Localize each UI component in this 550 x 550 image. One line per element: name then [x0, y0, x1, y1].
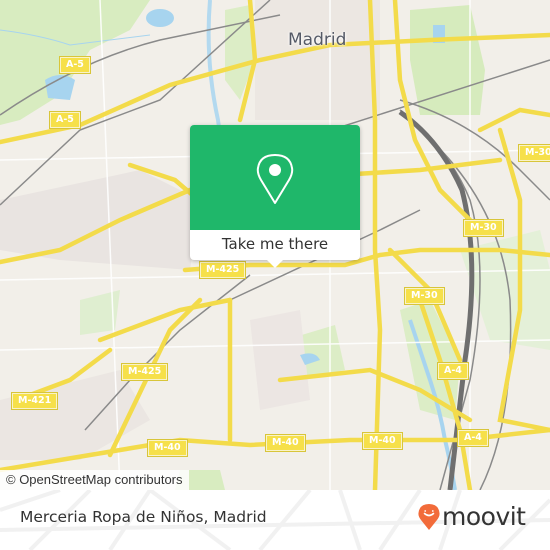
road-label-m30: M-30	[518, 144, 550, 162]
road-label-m30: M-30	[404, 287, 445, 305]
road-label-m425: M-425	[198, 261, 247, 279]
road-label-a4: A-4	[437, 362, 469, 380]
place-name: Merceria Ropa de Niños, Madrid	[20, 508, 267, 526]
road-label-m40: M-40	[362, 432, 403, 450]
moovit-smiley-pin-icon	[418, 504, 440, 530]
take-me-there-button[interactable]: Take me there	[190, 230, 360, 260]
road-label-m40: M-40	[147, 439, 188, 457]
city-label: Madrid	[288, 30, 347, 50]
road-label-m425: M-425	[120, 363, 169, 381]
footer-bar: Merceria Ropa de Niños, Madrid moovit	[0, 490, 550, 550]
road-label-a4: A-4	[457, 429, 489, 447]
road-label-m40: M-40	[265, 434, 306, 452]
map-pin-icon	[256, 154, 294, 204]
road-label-m30: M-30	[463, 219, 504, 237]
map-view[interactable]: Madrid A-5 A-5 M-30 M-30 M-30 M-425 M-42…	[0, 0, 550, 490]
moovit-wordmark: moovit	[442, 502, 526, 531]
map-attribution[interactable]: © OpenStreetMap contributors	[0, 470, 189, 490]
location-popup: Take me there	[190, 125, 360, 268]
popup-pointer	[267, 260, 283, 268]
road-label-m421: M-421	[10, 392, 59, 410]
popup-header	[190, 125, 360, 230]
road-label-a5: A-5	[49, 111, 81, 129]
moovit-logo[interactable]: moovit	[418, 502, 526, 532]
road-label-a5: A-5	[59, 56, 91, 74]
